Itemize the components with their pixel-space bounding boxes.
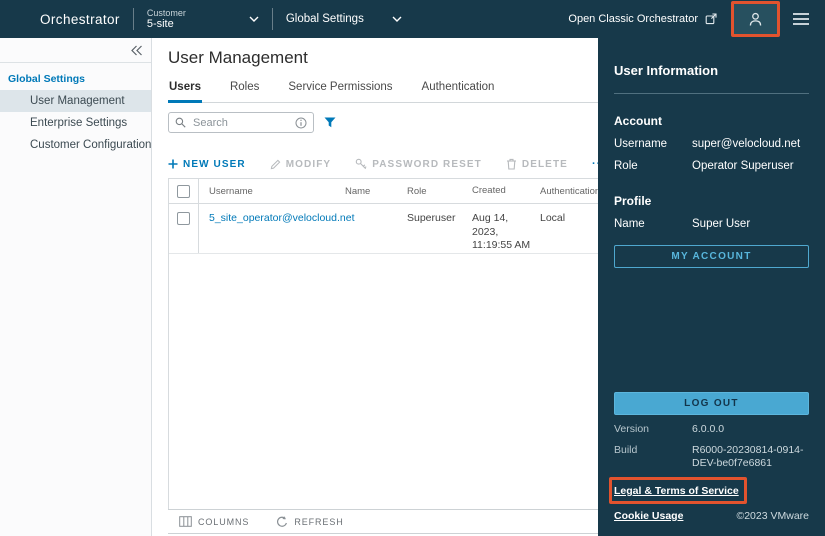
sidebar-header — [0, 38, 151, 63]
customer-switcher[interactable]: Customer 5-site — [147, 8, 259, 31]
user-icon — [749, 12, 762, 25]
tab-authentication[interactable]: Authentication — [421, 81, 496, 102]
role-value: Operator Superuser — [692, 160, 794, 172]
sidebar-collapse-button[interactable] — [128, 43, 151, 58]
account-heading: Account — [614, 114, 662, 128]
select-all-checkbox[interactable] — [177, 184, 190, 198]
role-cell: Superuser — [407, 212, 456, 224]
global-settings-label: Global Settings — [285, 13, 364, 25]
profile-name-value: Super User — [692, 218, 751, 230]
open-classic-orchestrator-link[interactable]: Open Classic Orchestrator — [568, 13, 717, 25]
tab-users[interactable]: Users — [168, 81, 202, 103]
version-value: 6.0.0.0 — [692, 422, 725, 435]
customer-label: Customer — [146, 7, 186, 18]
trash-icon — [506, 158, 516, 170]
open-classic-label: Open Classic Orchestrator — [568, 13, 698, 25]
user-information-panel: User Information Account Username super@… — [598, 38, 825, 536]
modify-button[interactable]: MODIFY — [270, 159, 332, 170]
profile-heading: Profile — [614, 194, 652, 208]
table-header-row: Username Name Role Created Authenticatio… — [169, 178, 636, 204]
tab-service-permissions[interactable]: Service Permissions — [287, 81, 393, 102]
refresh-button[interactable]: REFRESH — [276, 515, 343, 528]
account-username-row: Username super@velocloud.net — [614, 138, 809, 150]
app-body: Global Settings User Management Enterpri… — [0, 38, 825, 536]
copyright-text: ©2023 VMware — [736, 510, 809, 522]
sidebar-nav: User Management Enterprise Settings Cust… — [0, 90, 151, 156]
users-table: Username Name Role Created Authenticatio… — [168, 178, 636, 509]
version-row: Version 6.0.0.0 — [614, 423, 809, 436]
top-bar: Orchestrator Customer 5-site Global Sett… — [0, 0, 825, 38]
user-menu-highlight-box — [731, 1, 780, 37]
search-icon — [175, 117, 186, 128]
topbar-divider — [271, 8, 273, 30]
legal-terms-highlight-box: Legal & Terms of Service — [609, 477, 747, 504]
username-value: super@velocloud.net — [692, 138, 801, 150]
chevron-down-icon — [249, 16, 259, 22]
panel-title: User Information — [614, 63, 719, 78]
customer-switcher-text: Customer 5-site — [147, 8, 186, 31]
cookie-usage-link[interactable]: Cookie Usage — [614, 510, 683, 522]
password-reset-button[interactable]: PASSWORD RESET — [355, 158, 482, 170]
columns-icon — [179, 516, 192, 527]
sidebar-item-enterprise-settings[interactable]: Enterprise Settings — [0, 112, 151, 134]
column-header-name: Name — [345, 185, 371, 197]
panel-divider — [614, 93, 809, 94]
sidebar-item-user-management[interactable]: User Management — [0, 90, 151, 112]
table-empty-space — [169, 254, 636, 509]
panel-spacer — [614, 268, 809, 392]
role-label: Role — [614, 160, 638, 172]
info-icon[interactable] — [295, 117, 307, 129]
new-user-button[interactable]: NEW USER — [168, 159, 246, 170]
version-label: Version — [614, 422, 650, 435]
global-settings-menu[interactable]: Global Settings — [286, 13, 402, 25]
name-cell — [345, 204, 407, 253]
app-window: Orchestrator Customer 5-site Global Sett… — [0, 0, 825, 536]
created-cell: Aug 14, 2023, 11:19:55 AM — [472, 212, 531, 252]
columns-button[interactable]: COLUMNS — [179, 516, 249, 527]
app-brand: Orchestrator — [40, 11, 120, 27]
pencil-icon — [270, 159, 281, 169]
account-role-row: Role Operator Superuser — [614, 160, 809, 172]
build-value: R6000-20230814-0914-DEV-be0f7e6861 — [692, 443, 804, 469]
row-select-cell — [169, 204, 199, 253]
username-label: Username — [614, 138, 668, 150]
sidebar-section-label: Global Settings — [8, 73, 86, 85]
select-all-cell — [169, 179, 199, 203]
user-menu-button[interactable] — [734, 4, 777, 34]
build-label: Build — [614, 443, 638, 456]
topbar-divider — [132, 8, 134, 30]
search-box — [168, 112, 314, 133]
chevron-down-icon — [392, 16, 402, 22]
filter-icon[interactable] — [324, 117, 336, 128]
search-input[interactable] — [191, 115, 290, 130]
customer-value: 5-site — [146, 17, 174, 30]
username-link[interactable]: 5_site_operator@velocloud.net — [209, 212, 355, 224]
hamburger-icon — [793, 13, 809, 15]
external-link-icon — [705, 13, 717, 25]
sidebar-item-customer-configuration[interactable]: Customer Configuration — [0, 134, 151, 156]
column-header-username: Username — [209, 185, 253, 197]
row-checkbox[interactable] — [177, 212, 190, 225]
sidebar: Global Settings User Management Enterpri… — [0, 38, 152, 536]
column-header-created: Created — [472, 184, 506, 196]
hamburger-menu-button[interactable] — [791, 9, 811, 29]
my-account-button[interactable]: MY ACCOUNT — [614, 245, 809, 268]
profile-name-row: Name Super User — [614, 218, 809, 230]
collapse-icon — [131, 45, 142, 55]
profile-name-label: Name — [614, 218, 645, 230]
table-row: 5_site_operator@velocloud.net Superuser … — [169, 204, 636, 254]
tab-roles[interactable]: Roles — [229, 81, 260, 102]
column-header-role: Role — [407, 185, 427, 197]
legal-terms-link[interactable]: Legal & Terms of Service — [614, 485, 739, 497]
key-icon — [355, 158, 367, 170]
log-out-button[interactable]: LOG OUT — [614, 391, 809, 415]
delete-button[interactable]: DELETE — [506, 158, 568, 170]
plus-icon — [168, 159, 178, 169]
build-row: Build R6000-20230814-0914-DEV-be0f7e6861 — [614, 444, 809, 470]
panel-bottom-row: Cookie Usage ©2023 VMware — [614, 510, 809, 522]
refresh-icon — [277, 515, 288, 527]
